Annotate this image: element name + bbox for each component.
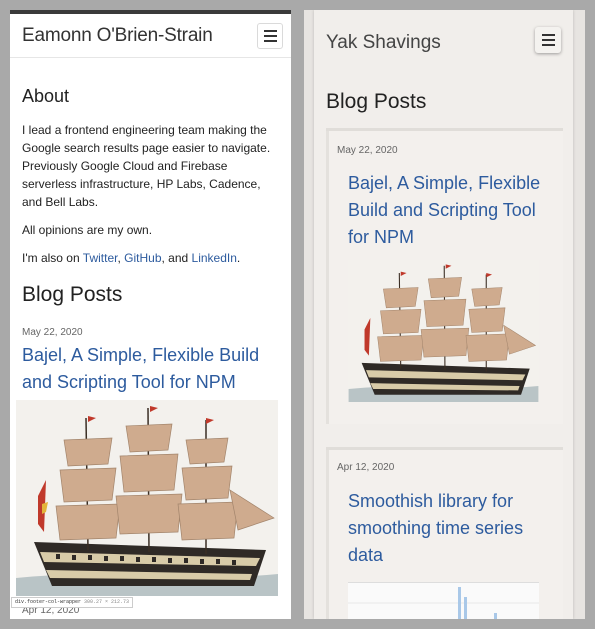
- devtools-element-tooltip: div.footer-col-wrapper 300.27 × 212.73: [11, 597, 134, 608]
- social-paragraph: I'm also on Twitter, GitHub, and LinkedI…: [22, 249, 279, 267]
- about-paragraph: I lead a frontend engineering team makin…: [22, 123, 271, 209]
- chart-thumbnail: [348, 587, 539, 619]
- about-heading: About: [22, 86, 70, 106]
- social-period: .: [236, 251, 241, 265]
- post-title-link[interactable]: Smoothish library for smoothing time ser…: [348, 488, 548, 569]
- ship-illustration: [16, 400, 278, 596]
- left-screenshot-panel: Eamonn O'Brien-Strain About I lead a fro…: [10, 10, 291, 619]
- post-title-link[interactable]: Bajel, A Simple, Flexible Build and Scri…: [22, 342, 279, 396]
- tooltip-selector: div.footer-col-wrapper: [15, 599, 82, 605]
- menu-button[interactable]: [535, 27, 561, 53]
- blog-posts-heading: Blog Posts: [326, 90, 427, 113]
- page-container: Yak Shavings Blog Posts May 22, 2020 Baj…: [314, 10, 573, 619]
- ship-illustration: [348, 260, 539, 402]
- main-content: About I lead a frontend engineering team…: [10, 86, 291, 396]
- hamburger-menu-icon: [541, 34, 555, 46]
- github-link[interactable]: GitHub: [124, 251, 161, 265]
- linkedin-link[interactable]: LinkedIn: [192, 251, 237, 265]
- blog-posts-heading: Blog Posts: [22, 283, 123, 306]
- ship-painting-image[interactable]: [348, 260, 539, 402]
- right-screenshot-panel: Yak Shavings Blog Posts May 22, 2020 Baj…: [304, 10, 585, 619]
- post-card: Apr 12, 2020 Smoothish library for smoot…: [326, 447, 563, 619]
- hamburger-menu-icon: [263, 29, 277, 42]
- twitter-link[interactable]: Twitter: [83, 251, 118, 265]
- ship-painting-image[interactable]: [16, 400, 278, 596]
- post-date: May 22, 2020: [22, 327, 83, 338]
- site-header: Eamonn O'Brien-Strain: [10, 14, 291, 58]
- site-title-link[interactable]: Yak Shavings: [326, 32, 441, 54]
- post-card: May 22, 2020 Bajel, A Simple, Flexible B…: [326, 128, 563, 424]
- tooltip-size: 300.27 × 212.73: [84, 599, 130, 605]
- post-date: Apr 12, 2020: [337, 462, 395, 473]
- opinions-paragraph: All opinions are my own.: [22, 223, 153, 237]
- chart-preview-image[interactable]: [348, 582, 539, 619]
- social-prefix: I'm also on: [22, 251, 83, 265]
- post-date: May 22, 2020: [337, 145, 398, 156]
- site-title-link[interactable]: Eamonn O'Brien-Strain: [22, 25, 213, 47]
- social-and: , and: [161, 251, 192, 265]
- menu-button[interactable]: [257, 22, 283, 49]
- post-title-link[interactable]: Bajel, A Simple, Flexible Build and Scri…: [348, 170, 548, 251]
